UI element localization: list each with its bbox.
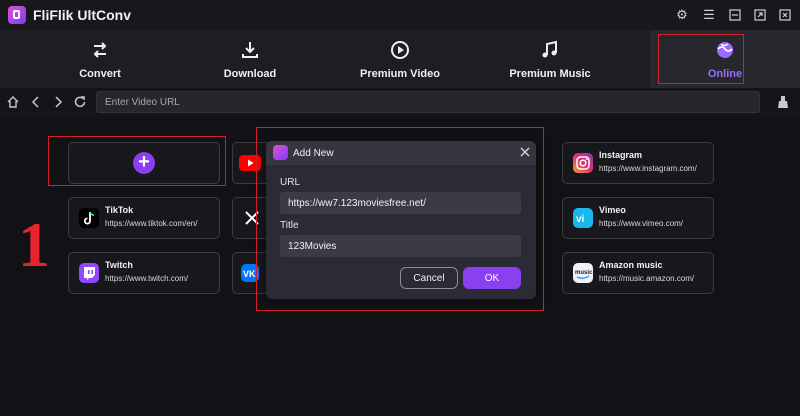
- nav-label: Premium Video: [360, 68, 440, 80]
- app-logo-icon: [8, 6, 26, 24]
- minimize-icon[interactable]: [726, 6, 744, 24]
- instagram-icon: [573, 153, 593, 173]
- dialog-logo-icon: [273, 145, 288, 160]
- settings-icon[interactable]: ⚙: [673, 6, 691, 24]
- play-circle-icon: [340, 40, 460, 60]
- nav-label: Download: [223, 68, 277, 80]
- site-url: https://www.instagram.com/: [599, 164, 697, 173]
- title-label: Title: [280, 220, 299, 231]
- forward-icon[interactable]: [51, 95, 65, 109]
- back-icon[interactable]: [29, 95, 43, 109]
- cancel-button[interactable]: Cancel: [400, 267, 458, 289]
- site-tile-tiktok[interactable]: TikTok https://www.tiktok.com/en/: [68, 197, 220, 239]
- svg-text:VK: VK: [243, 269, 256, 279]
- nav-download[interactable]: Download: [190, 30, 310, 88]
- app-title: FliFlik UltConv: [33, 7, 131, 23]
- music-note-icon: [490, 40, 610, 60]
- site-name: Instagram: [599, 150, 643, 160]
- convert-icon: [40, 40, 160, 60]
- nav-convert[interactable]: Convert: [40, 30, 160, 88]
- refresh-icon[interactable]: [73, 95, 87, 109]
- svg-text:music: music: [575, 270, 593, 276]
- nav-premium-video[interactable]: Premium Video: [340, 30, 460, 88]
- online-tab-highlight: [658, 34, 744, 84]
- vimeo-icon: vi: [573, 208, 593, 228]
- site-tile-vimeo[interactable]: vi Vimeo https://www.vimeo.com/: [562, 197, 714, 239]
- nav-label: Convert: [79, 68, 121, 80]
- site-tile-instagram[interactable]: Instagram https://www.instagram.com/: [562, 142, 714, 184]
- ok-button[interactable]: OK: [463, 267, 521, 289]
- site-tile-twitch[interactable]: Twitch https://www.twitch.com/: [68, 252, 220, 294]
- maximize-icon[interactable]: [751, 6, 769, 24]
- site-url: https://music.amazon.com/: [599, 274, 695, 283]
- title-field[interactable]: [280, 235, 521, 257]
- video-url-input[interactable]: [96, 91, 760, 113]
- site-url: https://www.tiktok.com/en/: [105, 219, 198, 228]
- url-label: URL: [280, 177, 301, 188]
- site-name: Vimeo: [599, 205, 626, 215]
- close-window-icon[interactable]: [776, 6, 794, 24]
- step-number-annotation: 1: [18, 209, 50, 280]
- svg-text:vi: vi: [576, 214, 585, 225]
- clear-cache-icon[interactable]: [776, 95, 790, 109]
- site-name: Twitch: [105, 260, 133, 270]
- download-icon: [190, 40, 310, 60]
- menu-icon[interactable]: ☰: [700, 6, 718, 24]
- site-name: Amazon music: [599, 260, 663, 270]
- dialog-title: Add New: [293, 148, 334, 159]
- amazon-music-icon: music: [573, 263, 593, 283]
- twitch-icon: [79, 263, 99, 283]
- nav-label: Premium Music: [509, 68, 591, 80]
- home-icon[interactable]: [6, 95, 20, 109]
- site-name: TikTok: [105, 205, 134, 215]
- site-url: https://www.vimeo.com/: [599, 219, 684, 228]
- site-url: https://www.twitch.com/: [105, 274, 189, 283]
- url-field[interactable]: [280, 192, 521, 214]
- nav-premium-music[interactable]: Premium Music: [490, 30, 610, 88]
- add-tile-highlight: [48, 136, 226, 186]
- dialog-close-icon[interactable]: [518, 145, 532, 159]
- tiktok-icon: [79, 208, 99, 228]
- site-tile-amazon-music[interactable]: music Amazon music https://music.amazon.…: [562, 252, 714, 294]
